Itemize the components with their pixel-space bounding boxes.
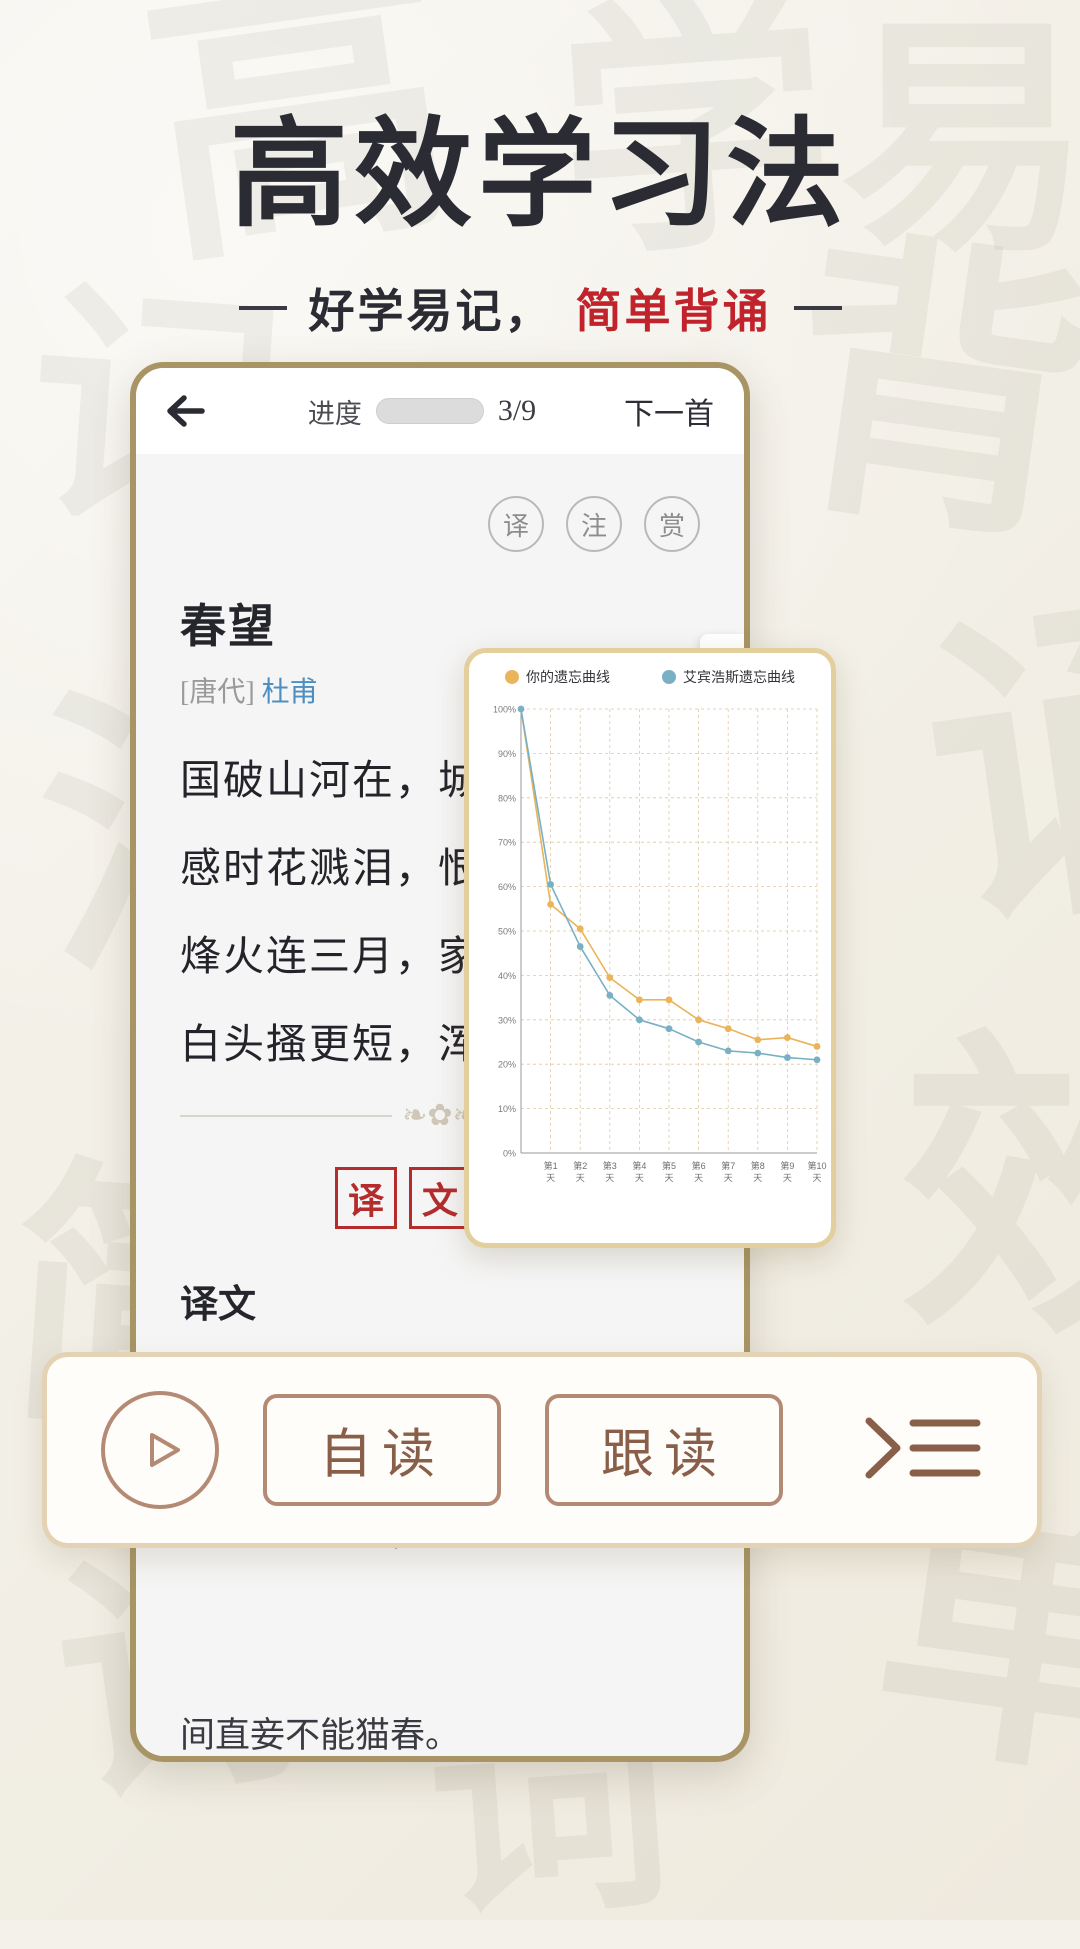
watermark-glyph: 效: [900, 1017, 1080, 1371]
legend-item-your-curve: 你的遗忘曲线: [505, 667, 610, 687]
svg-text:天: 天: [635, 1173, 644, 1183]
divider-line-left: [180, 1114, 393, 1117]
poem-dynasty: [唐代]: [180, 677, 255, 708]
svg-text:90%: 90%: [498, 749, 516, 759]
svg-text:40%: 40%: [498, 971, 516, 981]
subtitle-rule-left: [238, 306, 287, 310]
svg-text:20%: 20%: [498, 1060, 516, 1070]
legend-label-ebbinghaus: 艾宾浩斯遗忘曲线: [683, 671, 795, 686]
svg-text:70%: 70%: [498, 838, 516, 848]
svg-text:60%: 60%: [498, 882, 516, 892]
forgetting-curve-card: 你的遗忘曲线 艾宾浩斯遗忘曲线 0% 10% 20% 30% 40% 50% 60% 70% 8…: [464, 648, 836, 1248]
translation-line: 间直妾不能猫春。: [180, 1716, 461, 1755]
chip-yi: 译: [335, 1167, 397, 1229]
subtitle-red-text: 简单背诵: [575, 286, 772, 337]
progress-count: 3/9: [497, 394, 537, 427]
follow-read-button[interactable]: 跟读: [545, 1394, 783, 1506]
play-button[interactable]: [101, 1391, 219, 1509]
legend-item-ebbinghaus: 艾宾浩斯遗忘曲线: [662, 667, 795, 687]
subtitle-rule-right: [793, 306, 842, 310]
poster-header: 高效学习法 好学易记， 简单背诵: [0, 78, 1080, 341]
svg-text:第4: 第4: [632, 1160, 646, 1171]
app-header: 进度 3/9 下一首: [136, 368, 744, 454]
svg-text:第10: 第10: [807, 1160, 826, 1171]
poem-author[interactable]: 杜甫: [262, 677, 318, 708]
svg-text:天: 天: [812, 1173, 821, 1183]
next-poem-button[interactable]: 下一首: [624, 389, 718, 433]
legend-dot-your-curve: [505, 670, 519, 684]
appreciation-toggle[interactable]: 赏: [644, 496, 700, 552]
svg-text:第7: 第7: [721, 1160, 735, 1171]
self-read-button[interactable]: 自读: [263, 1394, 501, 1506]
svg-text:0%: 0%: [503, 1149, 516, 1159]
svg-text:天: 天: [694, 1173, 703, 1183]
svg-text:第3: 第3: [603, 1160, 617, 1171]
back-arrow-icon[interactable]: [162, 384, 220, 438]
svg-text:80%: 80%: [498, 793, 516, 803]
annotation-toggle[interactable]: 注: [566, 496, 622, 552]
svg-text:第5: 第5: [662, 1160, 676, 1171]
poster-subtitle: 好学易记， 简单背诵: [0, 275, 1080, 341]
playback-control-bar: 自读 跟读: [42, 1352, 1042, 1548]
svg-text:10%: 10%: [498, 1104, 516, 1114]
svg-text:天: 天: [546, 1173, 555, 1183]
subtitle-dark-text: 好学易记，: [308, 286, 554, 337]
translation-heading: 译文: [180, 1284, 257, 1326]
chip-wen: 文: [409, 1167, 471, 1229]
legend-label-your-curve: 你的遗忘曲线: [526, 671, 610, 686]
svg-text:天: 天: [783, 1173, 792, 1183]
tool-row: 译 注 赏: [180, 496, 700, 552]
svg-text:第2: 第2: [573, 1160, 587, 1171]
svg-text:第9: 第9: [780, 1160, 794, 1171]
svg-text:第1: 第1: [544, 1160, 558, 1171]
forgetting-curve-plot: 0% 10% 20% 30% 40% 50% 60% 70% 80% 90% 100% 第1 天第2 天第…: [479, 695, 827, 1215]
svg-text:第6: 第6: [692, 1160, 706, 1171]
svg-text:天: 天: [724, 1173, 733, 1183]
svg-text:30%: 30%: [498, 1015, 516, 1025]
svg-text:天: 天: [753, 1173, 762, 1183]
svg-text:第8: 第8: [751, 1160, 765, 1171]
svg-text:天: 天: [664, 1173, 673, 1183]
poem-title: 春望: [180, 601, 276, 652]
chart-legend: 你的遗忘曲线 艾宾浩斯遗忘曲线: [479, 667, 821, 687]
progress-bar: [375, 398, 484, 424]
svg-text:100%: 100%: [493, 705, 516, 715]
progress-indicator: 进度 3/9: [234, 392, 610, 431]
svg-text:天: 天: [576, 1173, 585, 1183]
progress-label: 进度: [307, 398, 362, 429]
svg-text:天: 天: [605, 1173, 614, 1183]
translation-toggle[interactable]: 译: [488, 496, 544, 552]
page-title: 高效学习法: [229, 110, 850, 241]
playlist-icon[interactable]: [863, 1405, 983, 1496]
legend-dot-ebbinghaus: [662, 670, 676, 684]
svg-text:50%: 50%: [498, 927, 516, 937]
